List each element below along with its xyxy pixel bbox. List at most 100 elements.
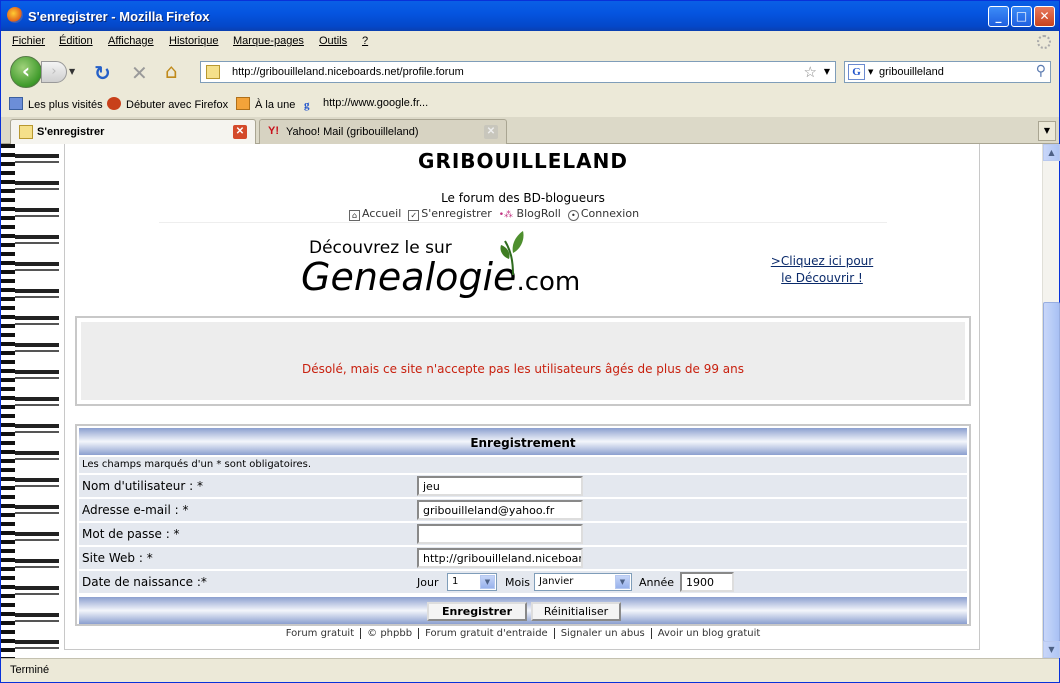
history-dropdown-icon[interactable]: ▼ <box>69 67 75 76</box>
error-message: Désolé, mais ce site n'accepte pas les u… <box>301 362 745 376</box>
maximize-button[interactable]: □ <box>1011 6 1032 27</box>
form-header: Enregistrement <box>79 428 967 455</box>
tab-bar: S'enregistrer ✕ Y! Yahoo! Mail (gribouil… <box>1 117 1059 145</box>
menu-affichage[interactable]: Affichage <box>108 35 154 47</box>
search-engine-icon[interactable]: G <box>848 64 865 80</box>
search-engine-dropdown-icon[interactable]: ▼ <box>868 68 873 76</box>
username-label: Nom d'utilisateur : * <box>82 479 203 493</box>
nav-blogroll[interactable]: BlogRoll <box>517 207 561 220</box>
menu-fichier[interactable]: Fichier <box>12 35 45 47</box>
advertisement-banner[interactable]: Découvrez le sur Genealogie.com >Cliquez… <box>159 222 887 312</box>
leaf-logo-icon <box>500 231 524 275</box>
bookmark-star-icon[interactable]: ☆ <box>804 63 817 81</box>
url-bar[interactable]: http://gribouilleland.niceboards.net/pro… <box>200 61 836 83</box>
search-input[interactable]: gribouilleland <box>879 66 944 78</box>
url-dropdown-icon[interactable]: ▼ <box>824 67 830 76</box>
website-label: Site Web : * <box>82 551 153 565</box>
password-label: Mot de passe : * <box>82 527 180 541</box>
menu-historique[interactable]: Historique <box>169 35 219 47</box>
reset-button[interactable]: Réinitialiser <box>531 602 621 621</box>
close-tab-icon[interactable]: ✕ <box>233 125 247 139</box>
bookmark-google[interactable]: g http://www.google.fr... <box>304 97 428 112</box>
scroll-thumb[interactable] <box>1043 302 1060 642</box>
month-select[interactable]: Janvier ▼ <box>534 573 632 591</box>
bookmarks-toolbar: Les plus visités Débuter avec Firefox À … <box>1 91 1059 115</box>
title-bar: S'enregistrer - Mozilla Firefox _ □ ✕ <box>1 1 1059 31</box>
close-tab-icon[interactable]: ✕ <box>484 125 498 139</box>
page-favicon <box>19 125 33 139</box>
home-button[interactable]: ⌂ <box>165 59 178 83</box>
month-label: Mois <box>505 576 531 589</box>
forum-nav: ⌂ Accueil ✓ S'enregistrer •⁂ BlogRoll • Con… <box>349 207 639 221</box>
menu-edition[interactable]: Édition <box>59 35 93 47</box>
site-subtitle: Le forum des BD-blogueurs <box>441 191 605 205</box>
website-input[interactable]: http://gribouilleland.niceboards.net <box>417 548 583 568</box>
bookmark-latest-headlines[interactable]: À la une <box>236 97 295 111</box>
birthdate-row: Date de naissance :* Jour 1 ▼ Mois Janvie… <box>79 570 967 593</box>
bookmark-most-visited[interactable]: Les plus visités <box>9 97 103 111</box>
minimize-button[interactable]: _ <box>988 6 1009 27</box>
page-content: GRIBOUILLELAND Le forum des BD-blogueurs… <box>1 144 1042 658</box>
footer-link-blog[interactable]: Avoir un blog gratuit <box>658 628 761 639</box>
search-magnifier-icon[interactable]: ⚲ <box>1036 63 1046 79</box>
menu-marque-pages[interactable]: Marque-pages <box>233 35 304 47</box>
login-icon: • <box>567 210 579 221</box>
nav-register[interactable]: S'enregistrer <box>421 207 491 220</box>
navigation-toolbar: ‹ › ▼ ↻ ✕ ⌂ http://gribouilleland.nicebo… <box>1 53 1059 91</box>
stop-button[interactable]: ✕ <box>131 61 148 85</box>
back-button[interactable]: ‹ <box>10 56 42 88</box>
site-title: GRIBOUILLELAND <box>418 149 628 173</box>
rss-icon <box>236 97 250 110</box>
tab-list-icon[interactable]: ▼ <box>1038 121 1056 141</box>
ad-brand: Genealogie.com <box>301 255 581 299</box>
footer-link-forum-gratuit[interactable]: Forum gratuit <box>286 628 354 639</box>
birthdate-label: Date de naissance :* <box>82 575 207 589</box>
password-input[interactable] <box>417 524 583 544</box>
search-bar[interactable]: G ▼ gribouilleland ⚲ <box>844 61 1051 83</box>
site-identity-icon[interactable] <box>206 65 220 79</box>
page-footer: Forum gratuit © phpbb Forum gratuit d'entr… <box>65 628 981 639</box>
tab-register[interactable]: S'enregistrer ✕ <box>10 119 256 145</box>
google-icon: g <box>304 99 310 111</box>
close-window-button[interactable]: ✕ <box>1034 6 1055 27</box>
footer-link-entraide[interactable]: Forum gratuit d'entraide <box>425 628 548 639</box>
form-footer: Enregistrer Réinitialiser <box>79 597 967 624</box>
nav-accueil[interactable]: Accueil <box>362 207 401 220</box>
tab-yahoo-mail[interactable]: Y! Yahoo! Mail (gribouilleland) ✕ <box>259 119 507 144</box>
yahoo-favicon: Y! <box>268 125 279 137</box>
url-text[interactable]: http://gribouilleland.niceboards.net/pro… <box>232 66 464 78</box>
bookmark-getting-started[interactable]: Débuter avec Firefox <box>107 97 228 111</box>
menu-outils[interactable]: Outils <box>319 35 347 47</box>
nav-connexion[interactable]: Connexion <box>581 207 639 220</box>
menu-help[interactable]: ? <box>362 35 368 47</box>
status-bar: Terminé <box>1 658 1059 682</box>
home-icon: ⌂ <box>349 210 360 221</box>
vertical-scrollbar[interactable]: ▲ ▼ <box>1042 144 1060 658</box>
spiral-binding-decoration <box>1 144 59 658</box>
chevron-down-icon[interactable]: ▼ <box>480 575 495 589</box>
username-input[interactable]: jeu <box>417 476 583 496</box>
firefox-bookmark-icon <box>107 97 121 110</box>
email-input[interactable]: gribouilleland@yahoo.fr <box>417 500 583 520</box>
footer-link-abuse[interactable]: Signaler un abus <box>561 628 645 639</box>
firefox-icon <box>7 7 23 23</box>
menu-bar: Fichier Édition Affichage Historique Mar… <box>1 31 1059 53</box>
scroll-down-icon[interactable]: ▼ <box>1043 641 1060 658</box>
forward-button[interactable]: › <box>41 61 67 83</box>
ad-cta-link[interactable]: >Cliquez ici pour le Découvrir ! <box>767 253 877 287</box>
submit-button[interactable]: Enregistrer <box>427 602 527 621</box>
reload-button[interactable]: ↻ <box>94 61 111 85</box>
year-label: Année <box>639 576 675 589</box>
year-input[interactable]: 1900 <box>680 572 734 592</box>
throbber-icon <box>1037 35 1051 49</box>
day-select[interactable]: 1 ▼ <box>447 573 497 591</box>
folder-icon <box>9 97 23 110</box>
checkbox-icon: ✓ <box>408 210 420 221</box>
blogroll-icon: •⁂ <box>498 210 514 220</box>
scroll-up-icon[interactable]: ▲ <box>1043 144 1060 161</box>
chevron-down-icon[interactable]: ▼ <box>615 575 630 589</box>
password-row: Mot de passe : * <box>79 522 967 545</box>
forum-page: GRIBOUILLELAND Le forum des BD-blogueurs… <box>64 144 980 650</box>
footer-link-phpbb[interactable]: © phpbb <box>367 628 412 639</box>
window-title: S'enregistrer - Mozilla Firefox <box>28 9 210 24</box>
